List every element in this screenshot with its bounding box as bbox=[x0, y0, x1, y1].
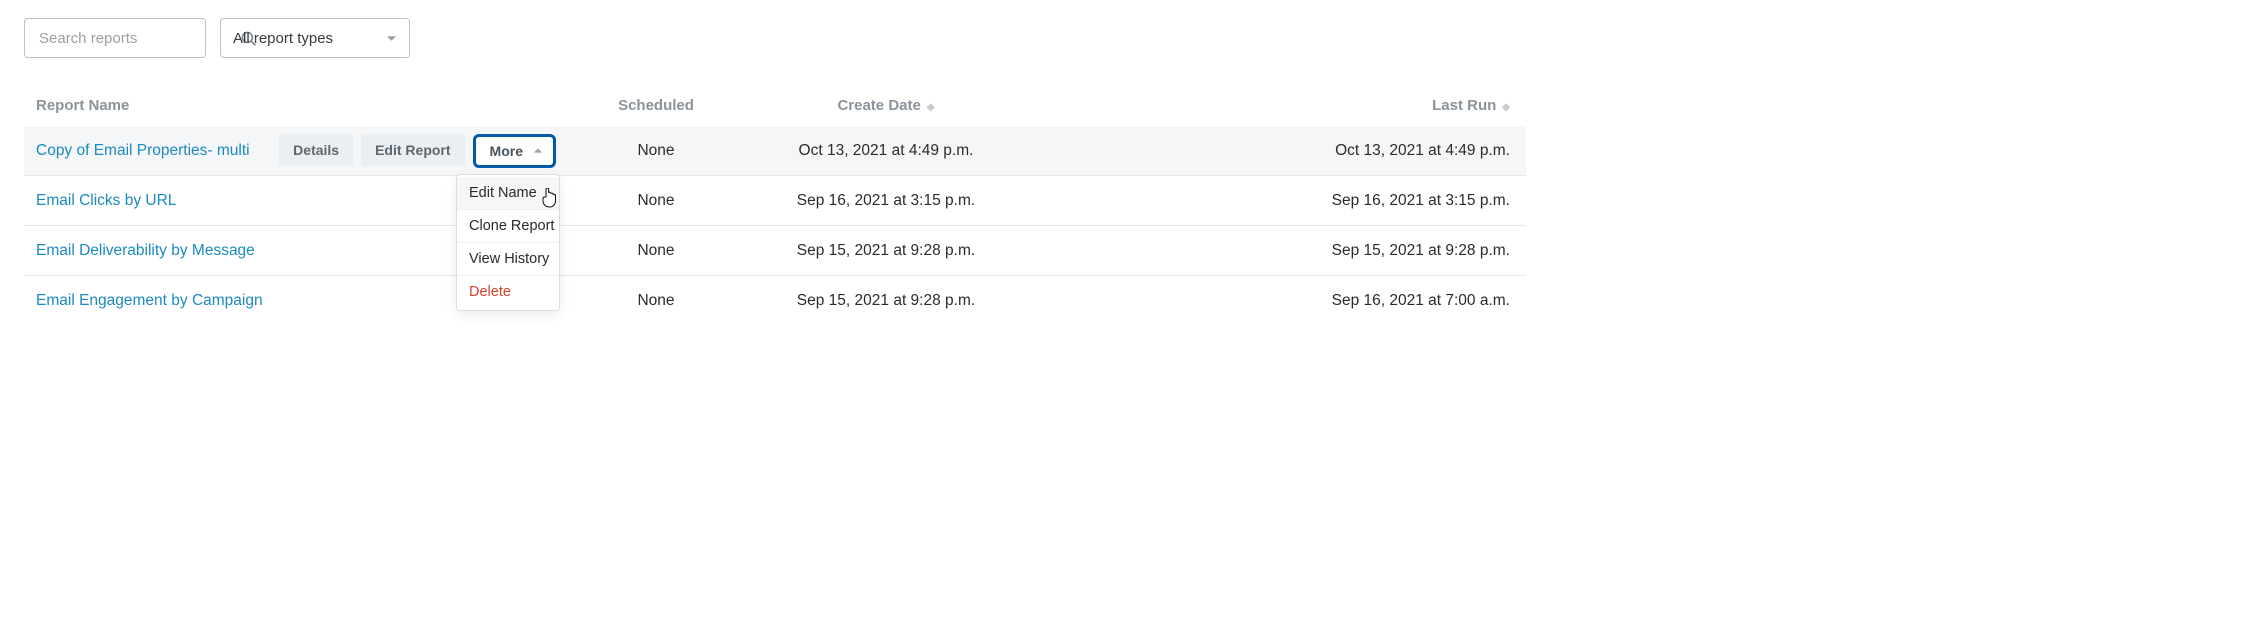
menu-item-edit-name[interactable]: Edit Name bbox=[457, 177, 559, 210]
cell-last-run: Sep 16, 2021 at 7:00 a.m. bbox=[1036, 292, 1514, 310]
more-button-label: More bbox=[490, 143, 523, 159]
cell-created: Sep 16, 2021 at 3:15 p.m. bbox=[736, 192, 1036, 210]
report-type-label: All report types bbox=[233, 30, 333, 47]
table-header: Report Name Scheduled Create Date◆ Last … bbox=[24, 84, 1526, 126]
more-dropdown-menu: Edit Name Clone Report View History Dele… bbox=[456, 174, 560, 311]
cell-last-run: Sep 16, 2021 at 3:15 p.m. bbox=[1036, 192, 1514, 210]
table-row: Email Engagement by Campaign None Sep 15… bbox=[24, 276, 1526, 326]
cell-last-run: Sep 15, 2021 at 9:28 p.m. bbox=[1036, 242, 1514, 260]
search-input[interactable] bbox=[37, 29, 240, 48]
col-header-lastrun[interactable]: Last Run◆ bbox=[1036, 97, 1514, 114]
reports-table: Report Name Scheduled Create Date◆ Last … bbox=[24, 84, 1526, 326]
chevron-up-icon bbox=[533, 146, 543, 156]
cell-created: Sep 15, 2021 at 9:28 p.m. bbox=[736, 242, 1036, 260]
cell-last-run: Oct 13, 2021 at 4:49 p.m. bbox=[1036, 142, 1514, 160]
report-name-link[interactable]: Email Clicks by URL bbox=[36, 192, 176, 210]
report-type-dropdown[interactable]: All report types bbox=[220, 18, 410, 58]
more-button[interactable]: More bbox=[473, 134, 556, 168]
cell-scheduled: None bbox=[576, 242, 736, 260]
cell-scheduled: None bbox=[576, 192, 736, 210]
sort-diamond-icon: ◆ bbox=[1502, 102, 1510, 113]
menu-item-delete[interactable]: Delete bbox=[457, 276, 559, 308]
table-row: Email Deliverability by Message None Sep… bbox=[24, 226, 1526, 276]
report-name-link[interactable]: Email Engagement by Campaign bbox=[36, 292, 263, 310]
report-name-link[interactable]: Copy of Email Properties- multi bbox=[36, 142, 250, 160]
details-button[interactable]: Details bbox=[279, 134, 353, 166]
chevron-down-icon bbox=[386, 33, 397, 44]
sort-diamond-icon: ◆ bbox=[927, 102, 935, 113]
col-header-name[interactable]: Report Name bbox=[36, 97, 576, 114]
cell-created: Oct 13, 2021 at 4:49 p.m. bbox=[736, 142, 1036, 160]
search-input-wrapper bbox=[24, 18, 206, 58]
report-name-link[interactable]: Email Deliverability by Message bbox=[36, 242, 255, 260]
edit-report-button[interactable]: Edit Report bbox=[361, 134, 464, 166]
filter-bar: All report types bbox=[24, 18, 1526, 58]
cell-created: Sep 15, 2021 at 9:28 p.m. bbox=[736, 292, 1036, 310]
table-row: Email Clicks by URL None Sep 16, 2021 at… bbox=[24, 176, 1526, 226]
cell-scheduled: None bbox=[576, 142, 736, 160]
col-header-created[interactable]: Create Date◆ bbox=[736, 97, 1036, 114]
menu-item-clone[interactable]: Clone Report bbox=[457, 210, 559, 243]
row-actions: Details Edit Report More Edit Name Clone… bbox=[279, 134, 556, 168]
table-row: Copy of Email Properties- multi Details … bbox=[24, 126, 1526, 176]
cell-scheduled: None bbox=[576, 292, 736, 310]
menu-item-history[interactable]: View History bbox=[457, 243, 559, 276]
col-header-scheduled[interactable]: Scheduled bbox=[576, 97, 736, 114]
